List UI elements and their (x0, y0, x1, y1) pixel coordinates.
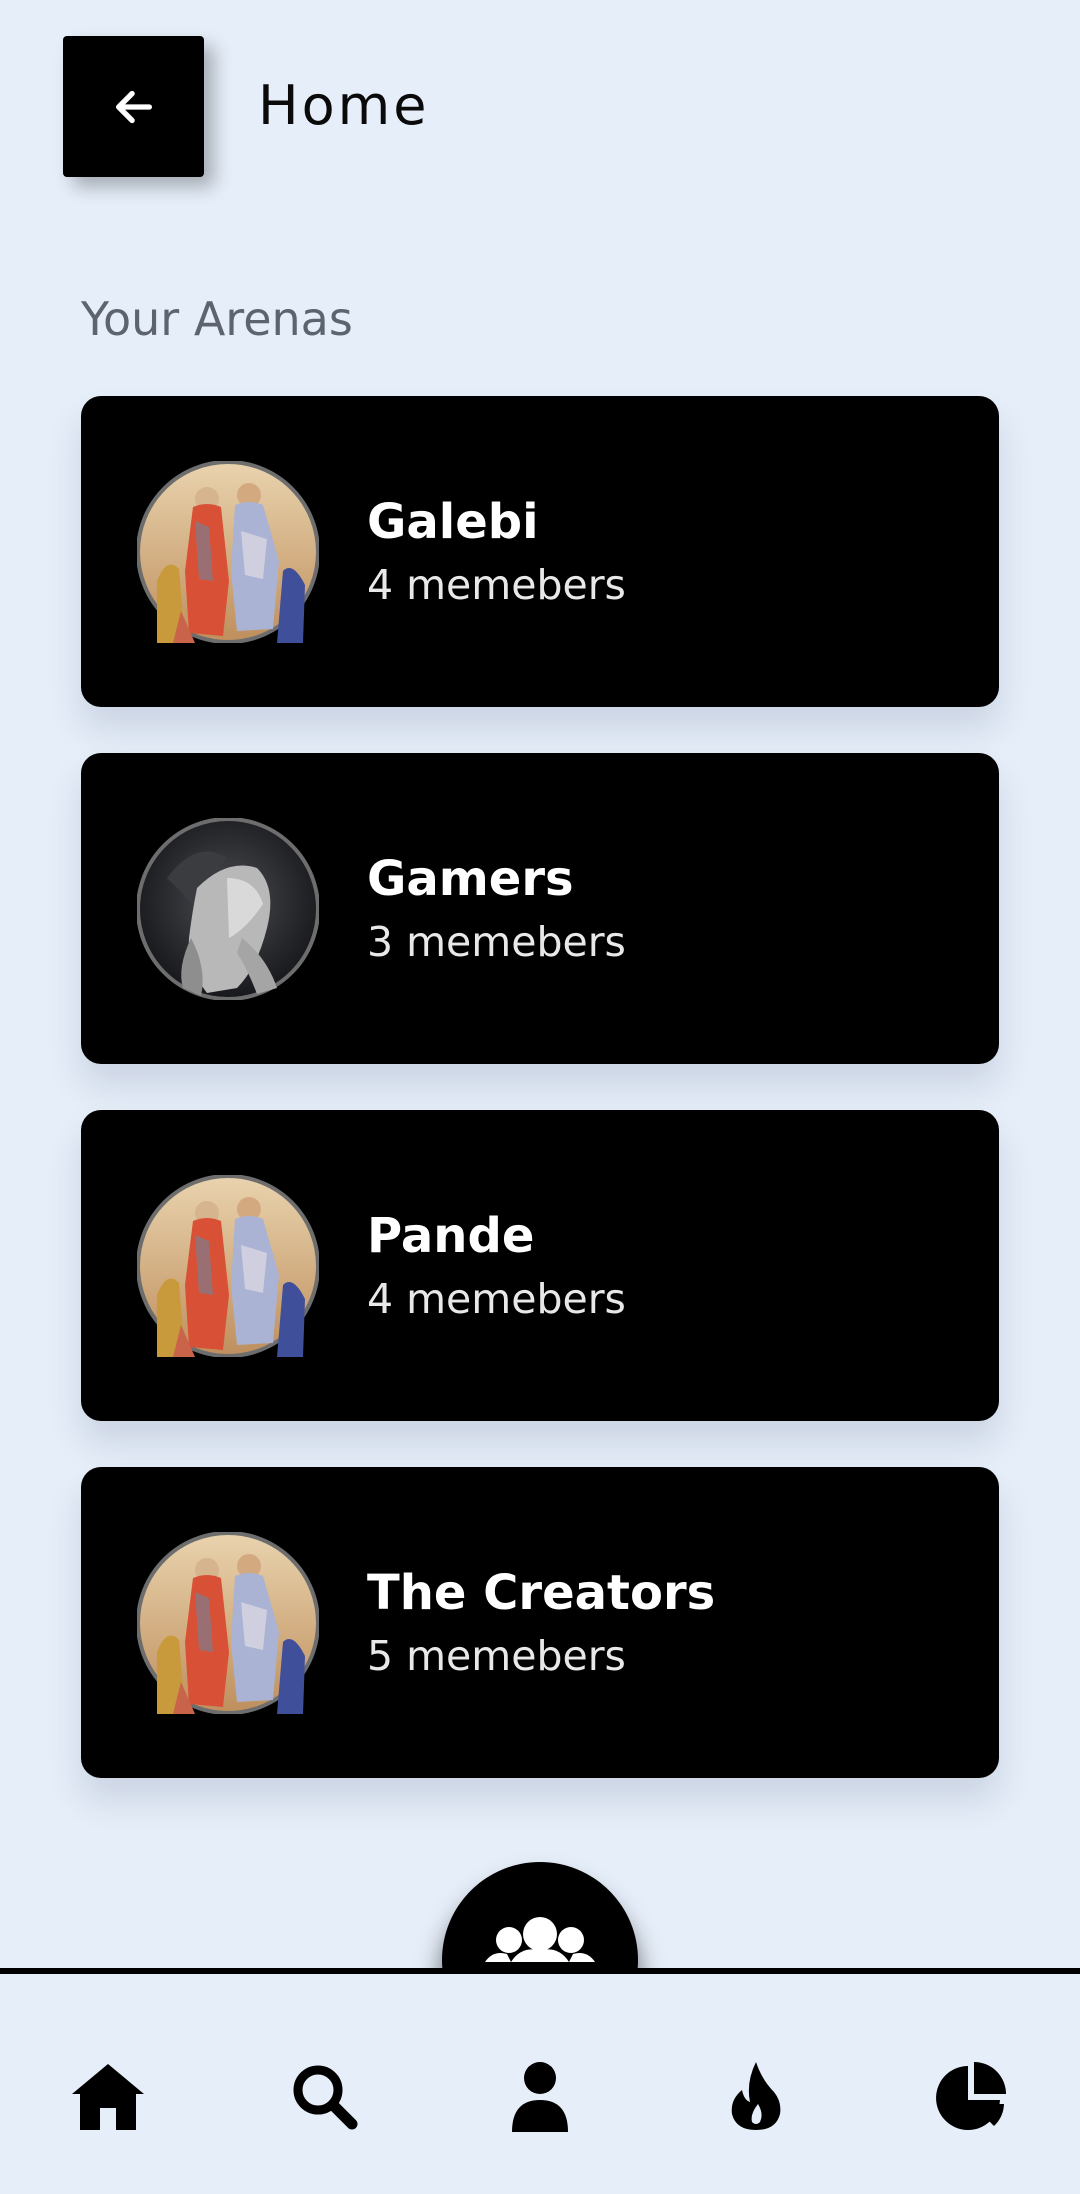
nav-stats[interactable] (932, 2056, 1012, 2136)
home-icon (72, 2064, 144, 2130)
page-title: Home (258, 74, 430, 137)
arena-card-gamers[interactable]: Gamers 3 memebers (81, 753, 999, 1064)
back-button[interactable] (63, 36, 204, 177)
arena-name: Pande (367, 1207, 535, 1264)
arena-avatar (137, 460, 319, 643)
arena-text: Galebi 4 memebers (367, 489, 626, 615)
user-icon (512, 2062, 568, 2132)
search-icon (293, 2065, 358, 2130)
nav-home[interactable] (68, 2056, 148, 2136)
arena-avatar (137, 817, 319, 1000)
fire-icon (731, 2062, 781, 2130)
arena-text: Gamers 3 memebers (367, 846, 626, 972)
arena-text: The Creators 5 memebers (367, 1560, 715, 1686)
arena-avatar (137, 1174, 319, 1357)
arena-card-pande[interactable]: Pande 4 memebers (81, 1110, 999, 1421)
arena-list: Galebi 4 memebers Gamers 3 memebers Pand… (81, 396, 999, 1824)
pie-chart-icon (936, 2062, 1006, 2130)
arena-card-the-creators[interactable]: The Creators 5 memebers (81, 1467, 999, 1778)
nav-search[interactable] (284, 2056, 364, 2136)
arena-name: Galebi (367, 493, 539, 550)
arrow-left-icon (115, 90, 152, 123)
nav-profile[interactable] (500, 2056, 580, 2136)
arena-avatar (137, 1531, 319, 1714)
arena-card-galebi[interactable]: Galebi 4 memebers (81, 396, 999, 707)
bottom-navigation (0, 1968, 1080, 2194)
arena-text: Pande 4 memebers (367, 1203, 626, 1329)
nav-trending[interactable] (716, 2056, 796, 2136)
arena-name: Gamers (367, 850, 574, 907)
arena-member-count: 4 memebers (367, 1274, 626, 1323)
section-title: Your Arenas (81, 292, 353, 346)
arena-member-count: 5 memebers (367, 1631, 626, 1680)
arena-member-count: 4 memebers (367, 560, 626, 609)
arena-name: The Creators (367, 1564, 716, 1621)
arena-member-count: 3 memebers (367, 917, 626, 966)
